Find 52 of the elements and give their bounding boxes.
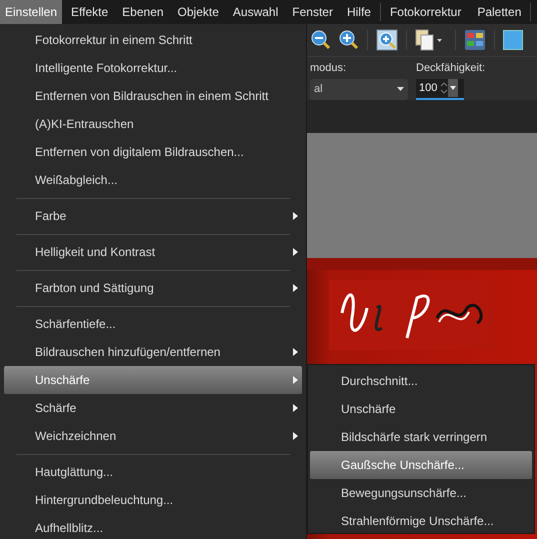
menu-item[interactable]: Farbton und Sättigung [4,274,302,302]
menu-item[interactable]: Unschärfe [310,395,532,423]
dropdown-caret-icon [448,79,458,98]
zoom-out-icon[interactable] [311,30,331,50]
menu-item[interactable]: Intelligente Fotokorrektur... [4,54,302,82]
zoom-in-icon[interactable] [339,30,359,50]
menu-title[interactable]: Fenster [287,0,338,24]
menu-item[interactable]: Fotokorrektur in einem Schritt [4,26,302,54]
menu-item[interactable]: Gaußsche Unschärfe... [310,451,532,479]
paste-icon[interactable] [415,29,443,51]
menu-item[interactable]: Bildschärfe stark verringern [310,423,532,451]
menu-item[interactable]: Bildrauschen hinzufügen/entfernen [4,338,302,366]
menu-title[interactable]: Hilfe [342,0,376,24]
menu-title[interactable]: Effekte [66,0,114,24]
submenu-arrow-icon [293,284,298,292]
spin-arrows-icon [440,81,448,96]
menu-item[interactable]: Farbe [4,202,302,230]
menu-item[interactable]: Weißabgleich... [4,166,302,194]
submenu-arrow-icon [293,376,298,384]
menu-item[interactable]: Schärfentiefe... [4,310,302,338]
submenu-arrow-icon [293,248,298,256]
opacity-spinner[interactable]: 100 [416,78,464,100]
menu-item[interactable]: Helligkeit und Kontrast [4,238,302,266]
menu-item[interactable]: Hintergrundbeleuchtung... [4,486,302,514]
menu-item[interactable]: Entfernen von Bildrauschen in einem Schritt [4,82,302,110]
submenu-arrow-icon [293,212,298,220]
menu-title[interactable]: Ebenen [117,0,169,24]
menu-title[interactable]: Auswahl [228,0,284,24]
mode-label: modus: [310,61,348,76]
menu-title[interactable]: Paletten [472,0,526,24]
menu-item[interactable]: Hautglättung... [4,458,302,486]
menu-item[interactable]: Bewegungsunschärfe... [310,479,532,507]
mode-dropdown[interactable]: al [310,78,408,100]
menu-title[interactable]: Einstellen [0,0,62,24]
color-swatch-icon[interactable] [503,30,523,50]
menu-item[interactable]: Schärfe [4,394,302,422]
menu-item[interactable]: (A)KI-Entrauschen [4,110,302,138]
zoom-fit-icon[interactable] [376,29,398,51]
caret-icon [397,87,404,92]
menu-item[interactable]: Aufhellblitz... [4,514,302,539]
submenu-arrow-icon [293,348,298,356]
menu-item[interactable]: Unschärfe [4,366,302,394]
menu-item[interactable]: Durchschnitt... [310,367,532,395]
grid-icon[interactable] [464,29,486,51]
menu-item[interactable]: Strahlenförmige Unschärfe... [310,507,532,535]
menu-item[interactable]: Weichzeichnen [4,422,302,450]
submenu-arrow-icon [293,432,298,440]
menu-title[interactable]: Fotokorrektur [384,0,466,24]
opacity-label: Deckfähigkeit: [416,61,486,76]
menu-item[interactable]: Entfernen von digitalem Bildrauschen... [4,138,302,166]
submenu-arrow-icon [293,404,298,412]
menu-title[interactable]: Objekte [172,0,224,24]
